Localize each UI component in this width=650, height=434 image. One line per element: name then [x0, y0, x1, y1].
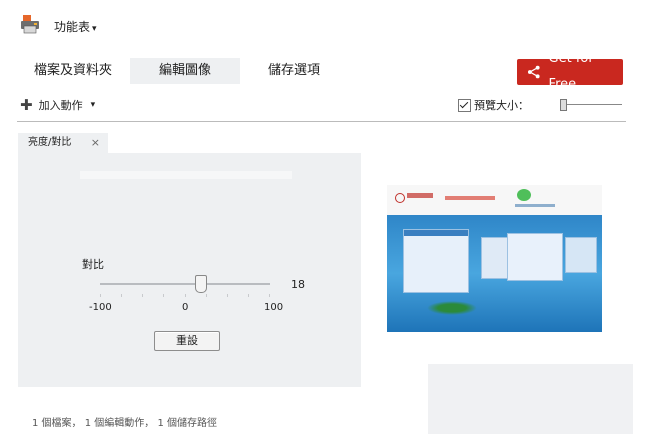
- slider-tick: [121, 294, 122, 297]
- chevron-down-icon: ▾: [92, 24, 97, 34]
- preview-size-slider-thumb[interactable]: [560, 99, 567, 111]
- add-action-button[interactable]: ✚ 加入動作 ▾: [20, 97, 95, 113]
- contrast-slider-track[interactable]: [100, 283, 270, 285]
- preview-globe-icon: [517, 189, 531, 201]
- slider-tick: [248, 294, 249, 297]
- slider-tick: [206, 294, 207, 297]
- tab-save-options[interactable]: 儲存選項: [266, 58, 322, 84]
- toolbar-divider: [17, 121, 626, 122]
- slider-tick: [269, 294, 270, 297]
- preview-logo-text: [407, 193, 433, 198]
- plus-icon: ✚: [20, 96, 33, 114]
- app-menu-icon[interactable]: [20, 14, 40, 34]
- effect-settings-panel: [18, 153, 361, 387]
- preview-page-header: [387, 185, 602, 215]
- close-icon[interactable]: ×: [91, 133, 100, 153]
- contrast-min-label: -100: [89, 302, 112, 313]
- preview-size-toggle[interactable]: 預覽大小：: [458, 97, 529, 113]
- add-action-label: 加入動作: [38, 99, 83, 112]
- slider-tick: [100, 294, 101, 297]
- app-menu[interactable]: 功能表 ▾: [54, 18, 97, 35]
- contrast-value: 18: [291, 278, 305, 291]
- printer-icon: [21, 15, 39, 34]
- preview-window: [403, 229, 469, 293]
- contrast-max-label: 100: [264, 302, 284, 313]
- secondary-preview-area: [428, 364, 633, 434]
- effect-tab-brightness-contrast[interactable]: 亮度/對比 ×: [18, 133, 108, 153]
- effect-tab-label: 亮度/對比: [28, 137, 72, 148]
- chevron-down-icon: ▾: [90, 100, 96, 110]
- preview-size-slider-track[interactable]: [560, 104, 622, 105]
- preview-size-checkbox[interactable]: [458, 98, 471, 112]
- get-for-free-label: Get for Free: [548, 51, 594, 92]
- slider-tick: [227, 294, 228, 297]
- preview-window: [565, 237, 597, 273]
- share-icon: [527, 65, 540, 79]
- image-preview: [387, 185, 602, 332]
- tab-files-folders[interactable]: 檔案及資料夾: [32, 58, 114, 84]
- preview-slogan: [445, 196, 495, 200]
- status-bar-text: 1 個檔案， 1 個編輯動作， 1 個儲存路徑: [32, 418, 217, 429]
- tab-edit-image[interactable]: 編輯圖像: [130, 58, 240, 84]
- app-menu-label: 功能表: [54, 20, 91, 34]
- preview-bank-logo: [395, 193, 405, 203]
- slider-tick: [142, 294, 143, 297]
- reset-button[interactable]: 重設: [154, 331, 220, 351]
- preview-plants: [427, 301, 477, 315]
- slider-tick: [163, 294, 164, 297]
- get-for-free-button[interactable]: Get for Free: [517, 51, 623, 92]
- preview-globe-caption: [515, 204, 555, 207]
- contrast-label: 對比: [82, 258, 104, 271]
- preview-size-label: 預覽大小：: [474, 99, 529, 112]
- slider-tick: [185, 294, 186, 297]
- effect-panel-header-strip: [80, 171, 292, 179]
- preview-window: [507, 233, 563, 281]
- contrast-slider-thumb[interactable]: [195, 275, 208, 293]
- contrast-mid-label: 0: [182, 302, 189, 313]
